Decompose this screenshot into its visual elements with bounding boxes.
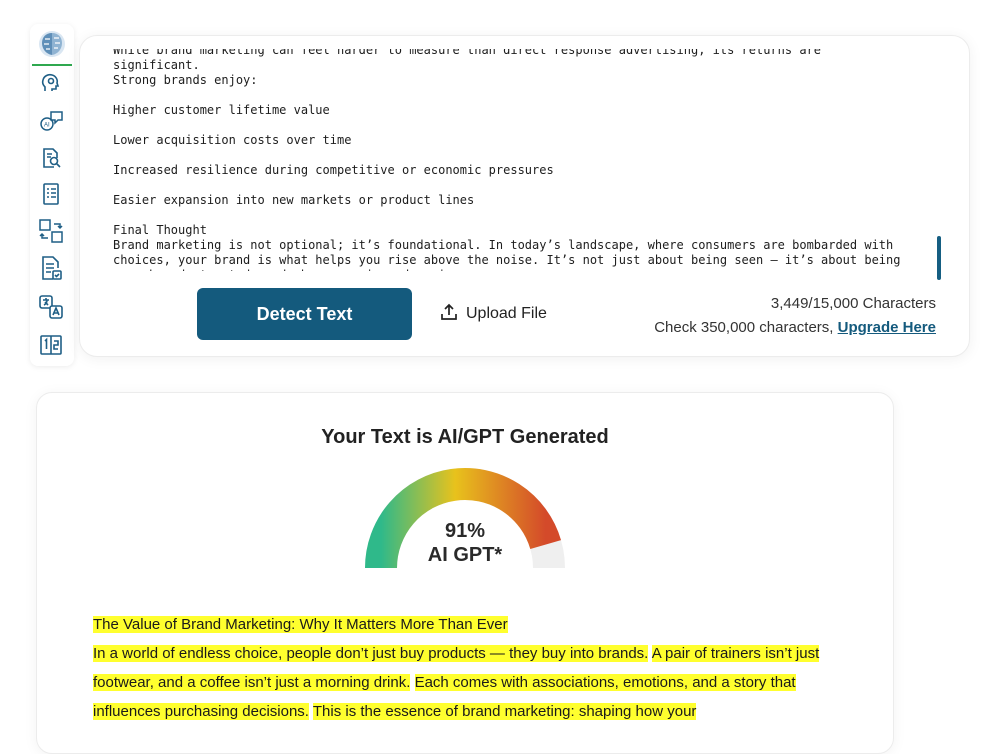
document-check-icon[interactable]: [38, 255, 64, 281]
editor-line: [113, 148, 913, 163]
upgrade-link[interactable]: Upgrade Here: [838, 319, 936, 336]
ai-chat-icon[interactable]: AI: [38, 108, 64, 134]
result-card: Your Text is AI/GPT Generated 91% AI GPT…: [36, 392, 894, 754]
editor-scrollbar[interactable]: [937, 236, 941, 280]
ai-percent: 91%: [444, 520, 486, 542]
highlighted-text: The Value of Brand Marketing: Why It Mat…: [93, 610, 853, 726]
sidebar-nav: AI: [30, 24, 74, 366]
text-editor[interactable]: While brand marketing can feel harder to…: [113, 49, 913, 271]
document-list-icon[interactable]: [38, 181, 64, 207]
upload-file-button[interactable]: Upload File: [440, 302, 547, 326]
editor-line: Final Thought: [113, 223, 207, 237]
editor-line: [113, 208, 913, 223]
text-input-card: While brand marketing can feel harder to…: [79, 35, 970, 357]
upload-file-label: Upload File: [466, 305, 547, 322]
editor-line: [113, 178, 913, 193]
detect-text-button[interactable]: Detect Text: [197, 288, 412, 340]
brain-logo-icon[interactable]: [32, 24, 72, 66]
editor-line: [113, 118, 913, 133]
document-search-icon[interactable]: [38, 145, 64, 171]
character-counter: 3,449/15,000 Characters Check 350,000 ch…: [654, 292, 936, 340]
editor-line: While brand marketing can feel harder to…: [113, 49, 829, 72]
svg-text:AI: AI: [44, 123, 50, 129]
ai-highlighted-sentence: This is the essence of brand marketing: …: [312, 703, 697, 720]
result-title: Your Text is AI/GPT Generated: [321, 426, 609, 448]
ai-gpt-label: AI GPT*: [427, 544, 503, 566]
character-count-text: 3,449/15,000 Characters: [770, 295, 936, 312]
editor-line: Brand marketing is not optional; it’s fo…: [113, 238, 894, 252]
upload-icon: [440, 303, 458, 326]
editor-line: Increased resilience during competitive …: [113, 163, 554, 177]
editor-line: Lower acquisition costs over time: [113, 133, 352, 147]
editor-line: Strong brands enjoy:: [113, 73, 258, 87]
number-grid-icon[interactable]: [38, 332, 64, 358]
image-convert-icon[interactable]: [38, 218, 64, 244]
check-characters-text: Check 350,000 characters,: [654, 319, 838, 336]
translate-icon[interactable]: [38, 294, 64, 320]
editor-line: [113, 88, 913, 103]
editor-line: remembered, trusted, and chosen again an…: [113, 268, 913, 271]
gauge-readout: 91% AI GPT*: [365, 519, 565, 567]
ai-highlighted-sentence: In a world of endless choice, people don…: [93, 645, 649, 662]
editor-line: choices, your brand is what helps you ri…: [113, 253, 901, 267]
ai-highlighted-sentence: The Value of Brand Marketing: Why It Mat…: [93, 616, 508, 633]
editor-line: Higher customer lifetime value: [113, 103, 330, 117]
editor-line: Easier expansion into new markets or pro…: [113, 193, 475, 207]
upgrade-prompt: Check 350,000 characters, Upgrade Here: [654, 316, 936, 340]
ai-head-icon[interactable]: [38, 70, 64, 96]
